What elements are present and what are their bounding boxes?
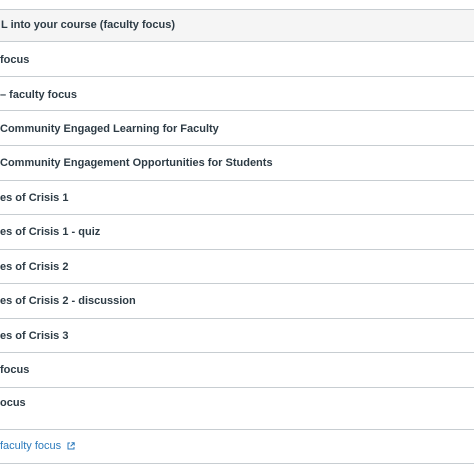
module-item[interactable]: focus: [0, 353, 474, 388]
module-title: L into your course (faculty focus): [1, 19, 175, 31]
module-header[interactable]: L into your course (faculty focus): [0, 9, 474, 42]
module-item-title[interactable]: Community Engagement Opportunities for S…: [0, 157, 273, 169]
module-item[interactable]: Community Engagement Opportunities for S…: [0, 146, 474, 181]
external-link-icon: [67, 442, 75, 450]
module-item[interactable]: ocus: [0, 388, 474, 430]
module-item-title[interactable]: focus: [0, 364, 29, 376]
module-item-title[interactable]: es of Crisis 3: [0, 330, 68, 342]
module-item[interactable]: es of Crisis 2: [0, 250, 474, 284]
module-item[interactable]: focus: [0, 42, 474, 77]
module-item[interactable]: – faculty focus: [0, 77, 474, 111]
module-item-title[interactable]: es of Crisis 2: [0, 261, 68, 273]
module-item[interactable]: es of Crisis 3: [0, 319, 474, 353]
module-item-title[interactable]: focus: [0, 54, 29, 66]
module-item-title[interactable]: Community Engaged Learning for Faculty: [0, 123, 219, 135]
module-item-title[interactable]: es of Crisis 2 - discussion: [0, 295, 136, 307]
module-item-title[interactable]: – faculty focus: [0, 89, 77, 101]
module-item[interactable]: es of Crisis 1 - quiz: [0, 215, 474, 250]
module-item[interactable]: es of Crisis 2 - discussion: [0, 284, 474, 319]
module-item[interactable]: Community Engaged Learning for Faculty: [0, 111, 474, 146]
module-item-title[interactable]: ocus: [0, 397, 26, 409]
module-item-title[interactable]: es of Crisis 1: [0, 192, 68, 204]
modules-page: L into your course (faculty focus) focus…: [0, 0, 474, 474]
external-link-title[interactable]: faculty focus: [0, 440, 61, 452]
module-item[interactable]: es of Crisis 1: [0, 181, 474, 215]
module-item-external-link[interactable]: faculty focus: [0, 430, 474, 464]
module-item-title[interactable]: es of Crisis 1 - quiz: [0, 226, 100, 238]
